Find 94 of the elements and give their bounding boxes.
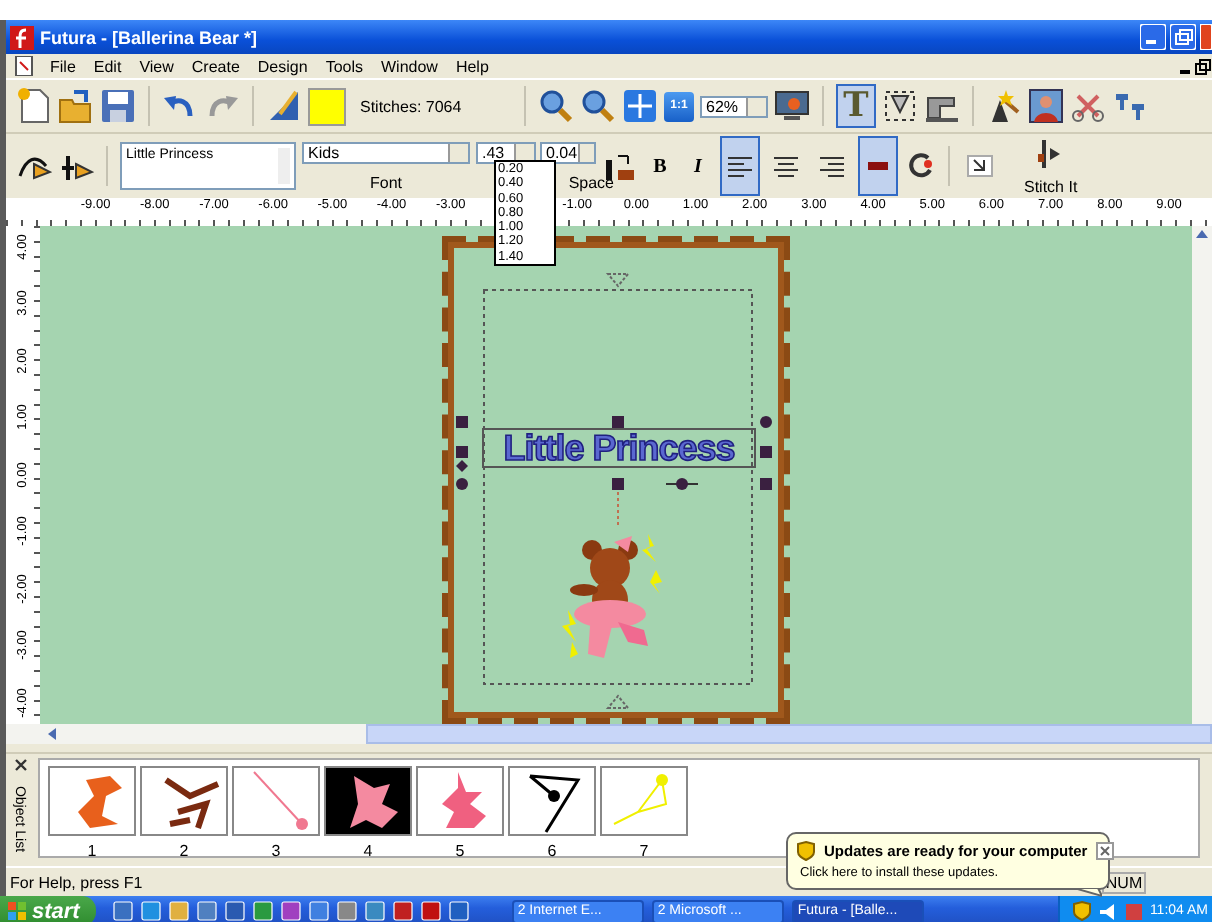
thumbnail[interactable] — [48, 766, 136, 836]
space-label: Space — [568, 173, 614, 191]
thumbnail[interactable] — [140, 766, 228, 836]
app-icon[interactable] — [167, 900, 190, 922]
leader-line — [617, 491, 619, 529]
menu-item[interactable]: Tools — [325, 57, 363, 75]
selection-handle[interactable] — [760, 478, 772, 490]
shield-icon — [796, 840, 816, 862]
restore-button[interactable] — [1170, 24, 1196, 50]
zoom-dropdown[interactable]: 62% — [700, 95, 768, 117]
window-title: Futura - [Ballerina Bear *] — [40, 27, 260, 47]
selection-icon[interactable] — [882, 88, 918, 124]
menu-item[interactable]: Design — [257, 57, 308, 75]
selection-handle[interactable] — [612, 416, 624, 428]
minimize-button[interactable] — [1140, 24, 1166, 50]
app-icon[interactable] — [307, 900, 330, 922]
selection-handle[interactable] — [456, 416, 468, 428]
align-left-button[interactable] — [720, 136, 760, 196]
font-label: Font — [369, 173, 402, 191]
align-right-icon — [816, 151, 848, 181]
size-dropdown[interactable]: .43 — [476, 141, 536, 163]
app-icon[interactable] — [279, 900, 302, 922]
font-dropdown[interactable]: Kids — [302, 141, 470, 163]
thumbnail[interactable] — [232, 766, 320, 836]
selection-handle[interactable] — [760, 416, 772, 428]
triangle-marker[interactable] — [605, 694, 631, 709]
thumbnail-label: 3 — [271, 842, 281, 860]
stitch-count: Stitches: 7064 — [358, 97, 464, 115]
open-folder-icon[interactable] — [58, 88, 94, 124]
app-icon[interactable] — [447, 900, 470, 922]
align-center-icon — [770, 151, 802, 181]
baseline-handle[interactable] — [665, 483, 699, 485]
thumbnail-label: 2 — [179, 842, 189, 860]
app-icon[interactable] — [419, 900, 442, 922]
rotate-icon[interactable] — [904, 150, 936, 182]
move-icon[interactable] — [622, 88, 658, 124]
selection-handle[interactable] — [612, 478, 624, 490]
color-mode-button[interactable] — [858, 136, 898, 196]
wizard-hat-icon[interactable] — [986, 88, 1022, 124]
windows-logo-icon — [8, 902, 26, 920]
thumbnail-label: 1 — [87, 842, 97, 860]
start-button[interactable]: start — [0, 896, 96, 922]
pieces-icon[interactable] — [1112, 88, 1148, 124]
menu-item[interactable]: Edit — [93, 57, 122, 75]
menu-item[interactable]: View — [139, 57, 174, 75]
app-icon[interactable] — [139, 900, 162, 922]
selection-handle[interactable] — [676, 478, 688, 490]
menu-item[interactable]: File — [50, 57, 76, 75]
thumbnail-label: 4 — [363, 842, 373, 860]
text-tool-button[interactable]: T — [836, 84, 876, 128]
scroll-up-arrow-icon[interactable] — [1192, 226, 1212, 242]
bold-button[interactable]: B — [644, 155, 676, 177]
thumbnail-label: 6 — [547, 842, 557, 860]
menu-item[interactable]: Window — [381, 57, 438, 75]
app-icon[interactable] — [195, 900, 218, 922]
zoom-in-icon[interactable] — [538, 88, 574, 124]
monitor-icon[interactable] — [774, 88, 810, 124]
app-icon[interactable] — [251, 900, 274, 922]
selection-handle[interactable] — [760, 446, 772, 458]
save-icon[interactable] — [100, 88, 136, 124]
thumbnail[interactable] — [508, 766, 596, 836]
restore-icon[interactable] — [1194, 57, 1212, 75]
close-button[interactable] — [1095, 842, 1114, 860]
status-text: For Help, press F1 — [10, 873, 145, 891]
ruler-pencil-icon[interactable] — [266, 88, 302, 124]
app-icon[interactable] — [223, 900, 246, 922]
app-icon[interactable] — [391, 900, 414, 922]
thumbnail[interactable] — [416, 766, 504, 836]
embroidered-lettering: Little Princess — [482, 428, 756, 468]
align-left-icon — [724, 151, 756, 181]
menu-item[interactable]: Help — [455, 57, 489, 75]
stitch-it-label: Stitch It — [1024, 178, 1078, 196]
vertical-scrollbar[interactable] — [1192, 226, 1212, 724]
zoom-out-icon[interactable] — [580, 88, 616, 124]
thumbnail[interactable] — [324, 766, 412, 836]
thumbnail-label: 5 — [455, 842, 465, 860]
app-icon[interactable] — [363, 900, 386, 922]
app-icon[interactable] — [111, 900, 134, 922]
menu-item[interactable]: Create — [191, 57, 240, 75]
new-document-icon[interactable] — [16, 88, 52, 124]
thumbnail-label: 7 — [639, 842, 649, 860]
app-logo-icon — [10, 25, 34, 49]
speaker-icon[interactable] — [1097, 901, 1118, 921]
portrait-icon[interactable] — [1028, 88, 1064, 124]
thumbnail[interactable] — [600, 766, 688, 836]
triangle-marker[interactable] — [605, 273, 631, 288]
spacing-dropdown[interactable]: 0.04 — [540, 141, 596, 163]
color-swatch[interactable] — [308, 87, 346, 125]
close-icon[interactable] — [13, 758, 27, 772]
shield-icon[interactable] — [1071, 900, 1092, 922]
horizontal-scrollbar[interactable] — [6, 724, 1212, 744]
italic-button[interactable]: I — [682, 155, 714, 177]
scroll-left-arrow-icon[interactable] — [44, 724, 60, 744]
app-icon[interactable] — [335, 900, 358, 922]
